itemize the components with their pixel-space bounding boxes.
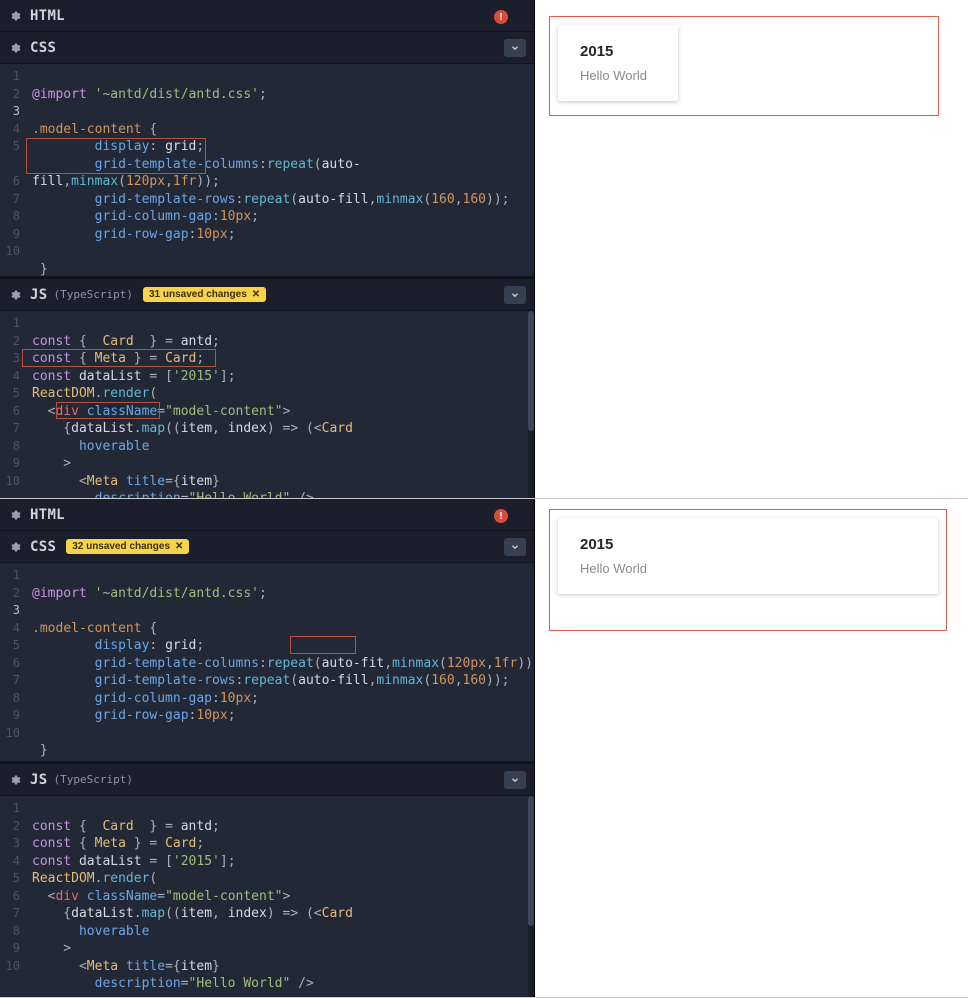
gutter: 1 2 3 4 5 6 7 8 9 10 — [0, 796, 26, 997]
css-editor-top[interactable]: 1 2 3 4 5 6 7 8 9 10 @import '~antd/dist… — [0, 64, 534, 276]
card-desc: Hello World — [580, 68, 656, 83]
js-panel-header-top[interactable]: JS (TypeScript) 31 unsaved changes ✕ — [0, 279, 534, 311]
playground-top: HTML ! CSS 1 2 3 4 5 6 7 8 9 10 @import … — [0, 0, 968, 499]
code-body[interactable]: @import '~antd/dist/antd.css'; .model-co… — [26, 64, 534, 276]
card-title: 2015 — [580, 43, 656, 60]
preview-frame: 2015 Hello World — [549, 509, 947, 631]
collapse-button[interactable] — [504, 39, 526, 57]
editor-column-top: HTML ! CSS 1 2 3 4 5 6 7 8 9 10 @import … — [0, 0, 535, 498]
gear-icon[interactable] — [8, 9, 22, 23]
js-sub: (TypeScript) — [53, 773, 132, 786]
css-label: CSS — [30, 539, 56, 555]
html-panel-header[interactable]: HTML ! — [0, 0, 534, 32]
chevron-down-icon — [510, 542, 520, 552]
gear-icon[interactable] — [8, 773, 22, 787]
card-title: 2015 — [580, 536, 916, 553]
js-editor-bottom[interactable]: 1 2 3 4 5 6 7 8 9 10 const { Card } = an… — [0, 796, 534, 997]
css-panel-header-bottom[interactable]: CSS 32 unsaved changes ✕ — [0, 531, 534, 563]
gear-icon[interactable] — [8, 508, 22, 522]
chevron-down-icon — [510, 43, 520, 53]
js-editor-top[interactable]: 1 2 3 4 5 6 7 8 9 10 const { Card } = an… — [0, 311, 534, 498]
unsaved-badge[interactable]: 32 unsaved changes ✕ — [66, 539, 189, 554]
scrollbar[interactable] — [528, 311, 534, 498]
css-label: CSS — [30, 40, 56, 56]
warning-icon[interactable]: ! — [494, 10, 508, 24]
preview-card[interactable]: 2015 Hello World — [558, 518, 938, 594]
collapse-button[interactable] — [504, 538, 526, 556]
close-icon[interactable]: ✕ — [175, 541, 183, 552]
gear-icon[interactable] — [8, 288, 22, 302]
code-body[interactable]: const { Card } = antd; const { Meta } = … — [26, 311, 534, 498]
unsaved-badge[interactable]: 31 unsaved changes ✕ — [143, 287, 266, 302]
gear-icon[interactable] — [8, 41, 22, 55]
warning-icon[interactable]: ! — [494, 509, 508, 523]
chevron-down-icon — [510, 290, 520, 300]
unsaved-count: 31 unsaved changes — [149, 289, 247, 300]
preview-frame: 2015 Hello World — [549, 16, 939, 116]
js-label: JS — [30, 287, 47, 303]
collapse-button[interactable] — [504, 286, 526, 304]
preview-column-top: 2015 Hello World — [535, 0, 968, 498]
editor-column-bottom: HTML ! CSS 32 unsaved changes ✕ 1 2 3 4 … — [0, 499, 535, 997]
collapse-button[interactable] — [504, 771, 526, 789]
gear-icon[interactable] — [8, 540, 22, 554]
gutter: 1 2 3 4 5 6 7 8 9 10 — [0, 311, 26, 498]
unsaved-count: 32 unsaved changes — [72, 541, 170, 552]
highlight-box — [290, 636, 356, 654]
close-icon[interactable]: ✕ — [252, 289, 260, 300]
chevron-down-icon — [510, 775, 520, 785]
html-label: HTML — [30, 8, 65, 24]
css-panel-header-top[interactable]: CSS — [0, 32, 534, 64]
gutter: 1 2 3 4 5 6 7 8 9 10 — [0, 563, 26, 761]
gutter: 1 2 3 4 5 6 7 8 9 10 — [0, 64, 26, 276]
card-desc: Hello World — [580, 561, 916, 576]
preview-card[interactable]: 2015 Hello World — [558, 25, 678, 101]
js-panel-header-bottom[interactable]: JS (TypeScript) — [0, 764, 534, 796]
js-sub: (TypeScript) — [53, 288, 132, 301]
code-body[interactable]: const { Card } = antd; const { Meta } = … — [26, 796, 534, 997]
code-body[interactable]: @import '~antd/dist/antd.css'; .model-co… — [26, 563, 534, 761]
js-label: JS — [30, 772, 47, 788]
preview-column-bottom: 2015 Hello World — [535, 499, 968, 997]
css-editor-bottom[interactable]: 1 2 3 4 5 6 7 8 9 10 @import '~antd/dist… — [0, 563, 534, 761]
html-label: HTML — [30, 507, 65, 523]
scrollbar[interactable] — [528, 796, 534, 997]
playground-bottom: HTML ! CSS 32 unsaved changes ✕ 1 2 3 4 … — [0, 499, 968, 998]
html-panel-header[interactable]: HTML ! — [0, 499, 534, 531]
